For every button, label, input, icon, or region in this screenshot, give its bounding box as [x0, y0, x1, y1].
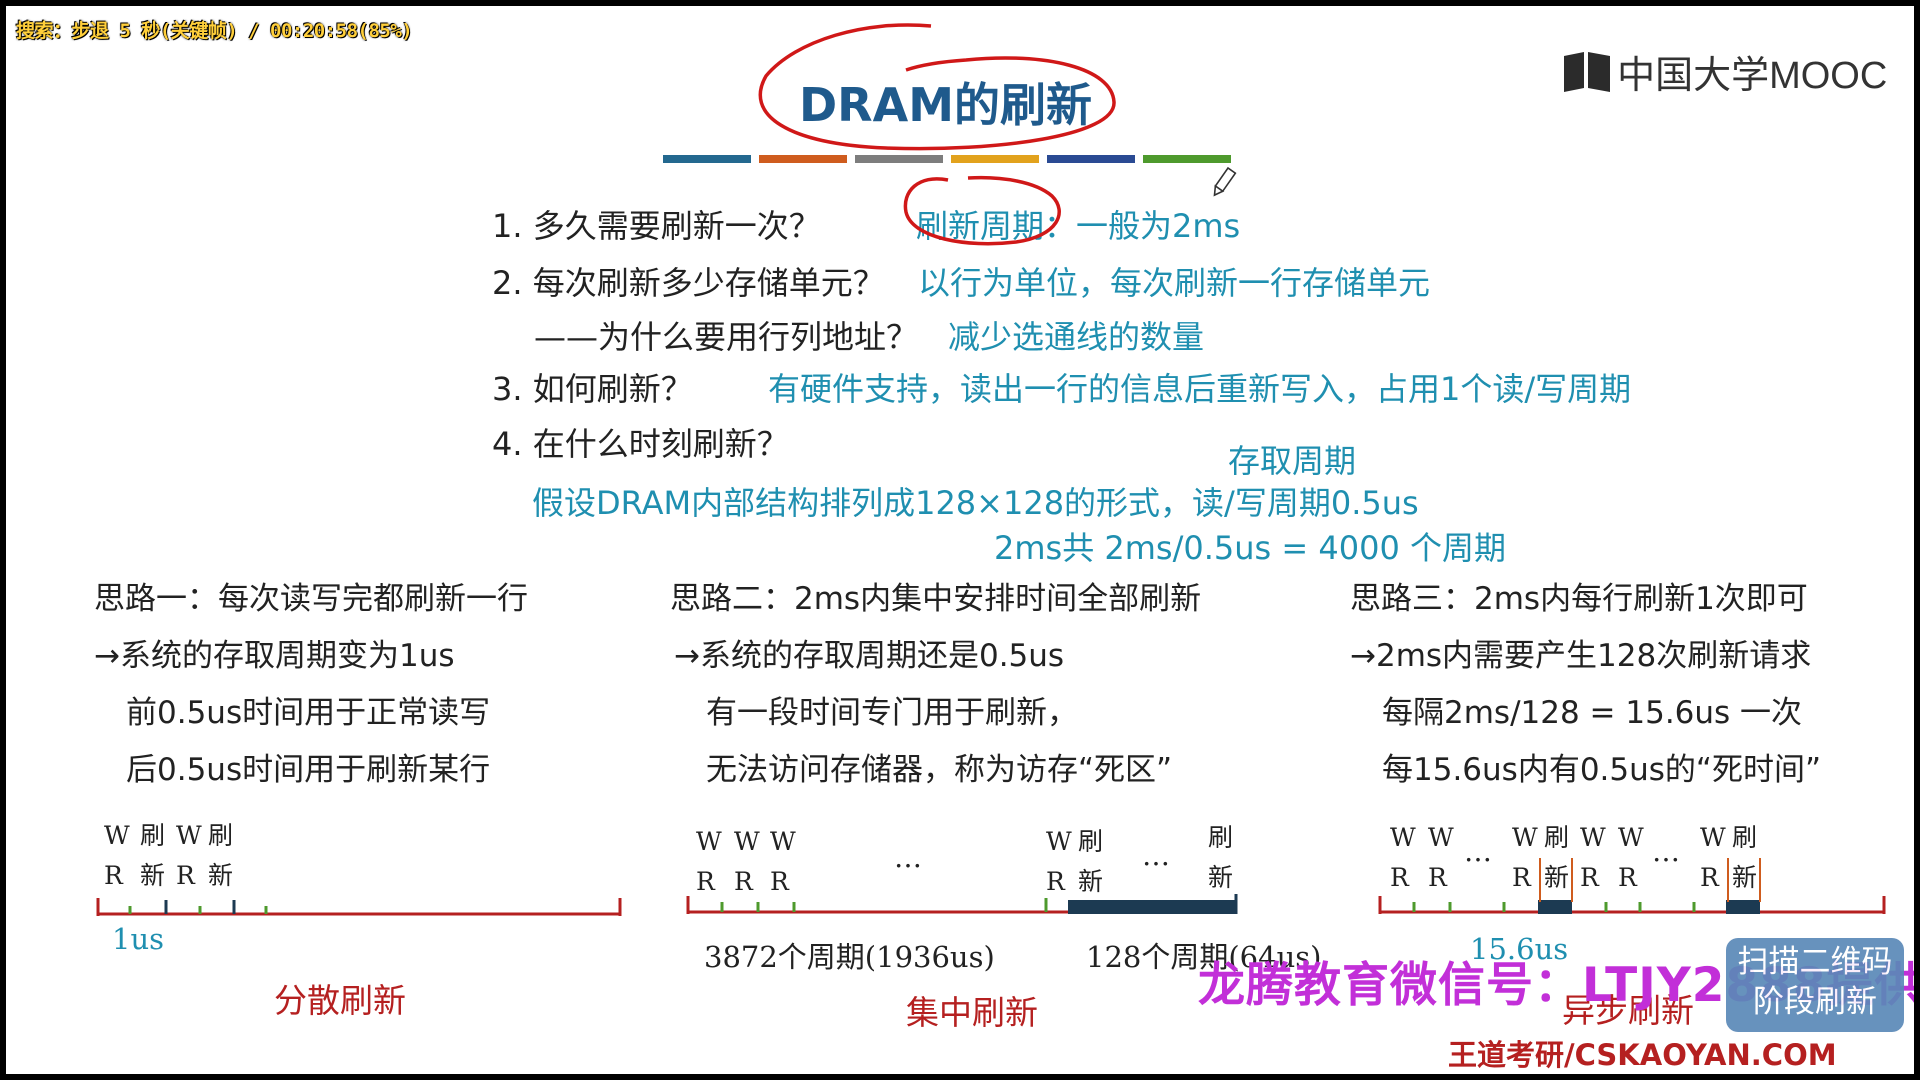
pen-cursor-icon	[1213, 166, 1237, 197]
tl3-refresh-slot-1	[1538, 900, 1572, 914]
timeline-1-axis	[96, 898, 622, 916]
qr-code-tag[interactable]: 扫描二维码 阶段刷新	[1726, 938, 1904, 1032]
qr-tag-line-1: 扫描二维码	[1737, 944, 1893, 980]
timeline-2-axis	[686, 894, 1238, 914]
qr-tag-line-2: 阶段刷新	[1753, 984, 1877, 1020]
slide: 搜索：步退 5 秒(关键帧) / 00:20:58(85%) 中国大学MOOC …	[6, 6, 1914, 1074]
site-footer: 王道考研/CSKAOYAN.COM	[1448, 1038, 1837, 1072]
tl2-dead-zone	[1068, 900, 1236, 914]
tl3-refresh-slot-2	[1726, 900, 1760, 914]
red-annotation-marks	[758, 23, 1116, 246]
timeline-3-axis	[1378, 858, 1886, 914]
timeline-drawings	[96, 23, 1886, 916]
